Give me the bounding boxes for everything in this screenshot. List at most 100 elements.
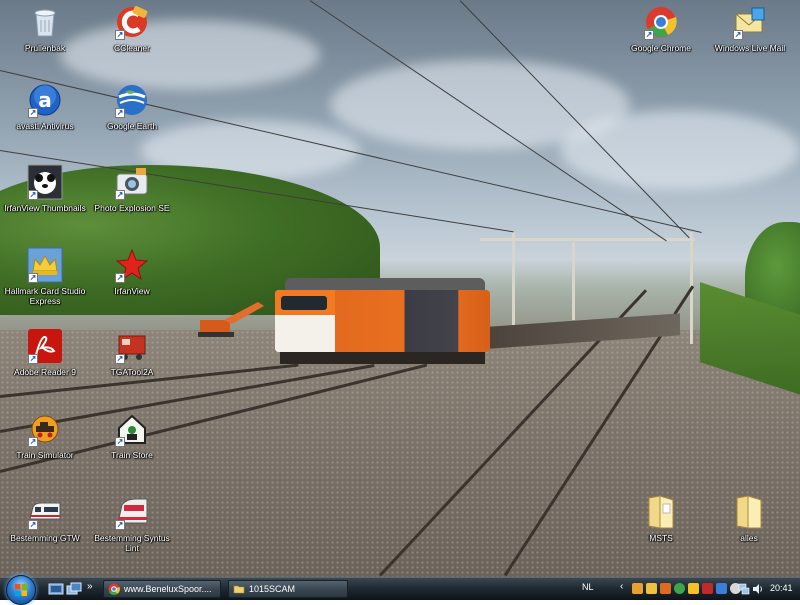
icon-label: Adobe Reader 9 <box>14 367 76 377</box>
icon-label: IrfanView Thumbnails <box>4 203 86 213</box>
quick-launch-overflow[interactable]: » <box>87 581 93 592</box>
icon-label: Google Earth <box>106 121 158 131</box>
folder-icon <box>233 585 245 594</box>
locomotive-windscreen <box>281 296 327 310</box>
desktop-icon-bestemming-syntus-lint[interactable]: ↗ Bestemming Syntus Lint <box>87 494 177 553</box>
desktop-icon-train-simulator[interactable]: ↗ Train Simulator <box>0 411 90 460</box>
icon-label: Prullenbak <box>24 43 66 53</box>
tray-app-icon[interactable] <box>702 583 713 594</box>
adobe-reader-icon: ↗ <box>27 328 63 364</box>
desktop-icon-tgatool[interactable]: ↗ TGATool2A <box>87 328 177 377</box>
start-button[interactable] <box>6 575 36 605</box>
windows-live-mail-icon: ↗ <box>732 4 768 40</box>
desktop-icon-train-store[interactable]: ↗ Train Store <box>87 411 177 460</box>
syntus-lint-train-icon: ↗ <box>114 494 150 530</box>
svg-text:a: a <box>38 88 52 112</box>
icon-label: IrfanView <box>114 286 150 296</box>
irfanview-icon: ↗ <box>114 247 150 283</box>
switch-windows-icon[interactable] <box>66 581 82 597</box>
desktop-icon-windows-live-mail[interactable]: ↗ Windows Live Mail <box>705 4 795 53</box>
taskbar: » www.BeneluxSpoor.... 1015SCAM NL ‹ 20:… <box>0 575 800 605</box>
tray-app-icon[interactable] <box>674 583 685 594</box>
locomotive-bogies <box>280 352 485 364</box>
icon-label: TGATool2A <box>110 367 154 377</box>
shortcut-arrow-icon: ↗ <box>115 190 125 200</box>
shortcut-arrow-icon: ↗ <box>28 437 38 447</box>
desktop-icon-google-chrome[interactable]: ↗ Google Chrome <box>616 4 706 53</box>
taskbar-button-folder[interactable]: 1015SCAM <box>228 580 348 598</box>
photo-explosion-icon: ↗ <box>114 164 150 200</box>
desktop-icon-bestemming-gtw[interactable]: ↗ Bestemming GTW <box>0 494 90 543</box>
shortcut-arrow-icon: ↗ <box>28 108 38 118</box>
tray-expand-icon[interactable]: ‹ <box>620 581 623 592</box>
locomotive <box>275 278 495 366</box>
folder-icon <box>643 494 679 530</box>
tray-app-icon[interactable] <box>716 583 727 594</box>
desktop-icon-adobe-reader[interactable]: ↗ Adobe Reader 9 <box>0 328 90 377</box>
shortcut-arrow-icon: ↗ <box>733 30 743 40</box>
desktop-icon-folder-alles[interactable]: alles <box>704 494 794 543</box>
shortcut-arrow-icon: ↗ <box>115 108 125 118</box>
tray-app-icon[interactable] <box>660 583 671 594</box>
desktop-icon-folder-msts[interactable]: MSTS <box>616 494 706 543</box>
taskbar-button-label: 1015SCAM <box>249 584 296 594</box>
shortcut-arrow-icon: ↗ <box>115 437 125 447</box>
shortcut-arrow-icon: ↗ <box>115 520 125 530</box>
avast-icon: a ↗ <box>27 82 63 118</box>
desktop-icon-recycle-bin[interactable]: Prullenbak <box>0 4 90 53</box>
shortcut-arrow-icon: ↗ <box>115 30 125 40</box>
desktop-icon-photo-explosion[interactable]: ↗ Photo Explosion SE <box>87 164 177 213</box>
ccleaner-icon: ↗ <box>114 4 150 40</box>
shortcut-arrow-icon: ↗ <box>115 354 125 364</box>
show-desktop-icon[interactable] <box>48 581 64 597</box>
desktop-icon-irfanview[interactable]: ↗ IrfanView <box>87 247 177 296</box>
icon-label: CCleaner <box>114 43 150 53</box>
icon-label: Bestemming Syntus Lint <box>94 533 170 553</box>
recycle-bin-icon <box>27 4 63 40</box>
tray-app-icon[interactable] <box>688 583 699 594</box>
train-store-icon: ↗ <box>114 411 150 447</box>
icon-label: alles <box>740 533 758 543</box>
icon-label: Train Store <box>111 450 153 460</box>
irfanview-thumbnails-icon: ↗ <box>27 164 63 200</box>
taskbar-button-chrome[interactable]: www.BeneluxSpoor.... <box>103 580 221 598</box>
icon-label: Google Chrome <box>630 43 691 53</box>
desktop-icon-irfanview-thumbnails[interactable]: ↗ IrfanView Thumbnails <box>0 164 90 213</box>
icon-label: MSTS <box>649 533 673 543</box>
google-earth-icon: ↗ <box>114 82 150 118</box>
hallmark-crown-icon: ↗ <box>27 247 63 283</box>
shortcut-arrow-icon: ↗ <box>28 354 38 364</box>
train-simulator-icon: ↗ <box>27 411 63 447</box>
tga-tool-icon: ↗ <box>114 328 150 364</box>
volume-icon[interactable] <box>752 583 764 595</box>
catenary-pole <box>512 232 515 332</box>
desktop-icon-avast[interactable]: a ↗ avast! Antivirus <box>0 82 90 131</box>
shortcut-arrow-icon: ↗ <box>644 30 654 40</box>
icon-label: Photo Explosion SE <box>94 203 170 213</box>
desktop-icon-hallmark[interactable]: ↗ Hallmark Card Studio Express <box>0 247 90 306</box>
icon-label: Bestemming GTW <box>10 533 80 543</box>
shortcut-arrow-icon: ↗ <box>28 190 38 200</box>
gtw-train-icon: ↗ <box>27 494 63 530</box>
icon-label: Train Simulator <box>16 450 74 460</box>
chrome-icon: ↗ <box>643 4 679 40</box>
shortcut-arrow-icon: ↗ <box>28 520 38 530</box>
icon-label: Windows Live Mail <box>714 43 786 53</box>
icon-label: avast! Antivirus <box>16 121 74 131</box>
tray-app-icon[interactable] <box>646 583 657 594</box>
language-indicator[interactable]: NL <box>582 582 594 592</box>
excavator <box>198 302 264 337</box>
folder-icon <box>731 494 767 530</box>
desktop-icon-ccleaner[interactable]: ↗ CCleaner <box>87 4 177 53</box>
clock[interactable]: 20:41 <box>770 583 793 593</box>
network-icon[interactable] <box>738 583 750 595</box>
windows-logo-icon <box>15 584 27 596</box>
shortcut-arrow-icon: ↗ <box>28 273 38 283</box>
desktop-icon-google-earth[interactable]: ↗ Google Earth <box>87 82 177 131</box>
cloud <box>560 110 800 190</box>
catenary-pole <box>572 242 575 320</box>
shortcut-arrow-icon: ↗ <box>115 273 125 283</box>
chrome-icon <box>108 583 120 595</box>
system-tray: NL ‹ 20:41 <box>580 578 800 600</box>
tray-app-icon[interactable] <box>632 583 643 594</box>
